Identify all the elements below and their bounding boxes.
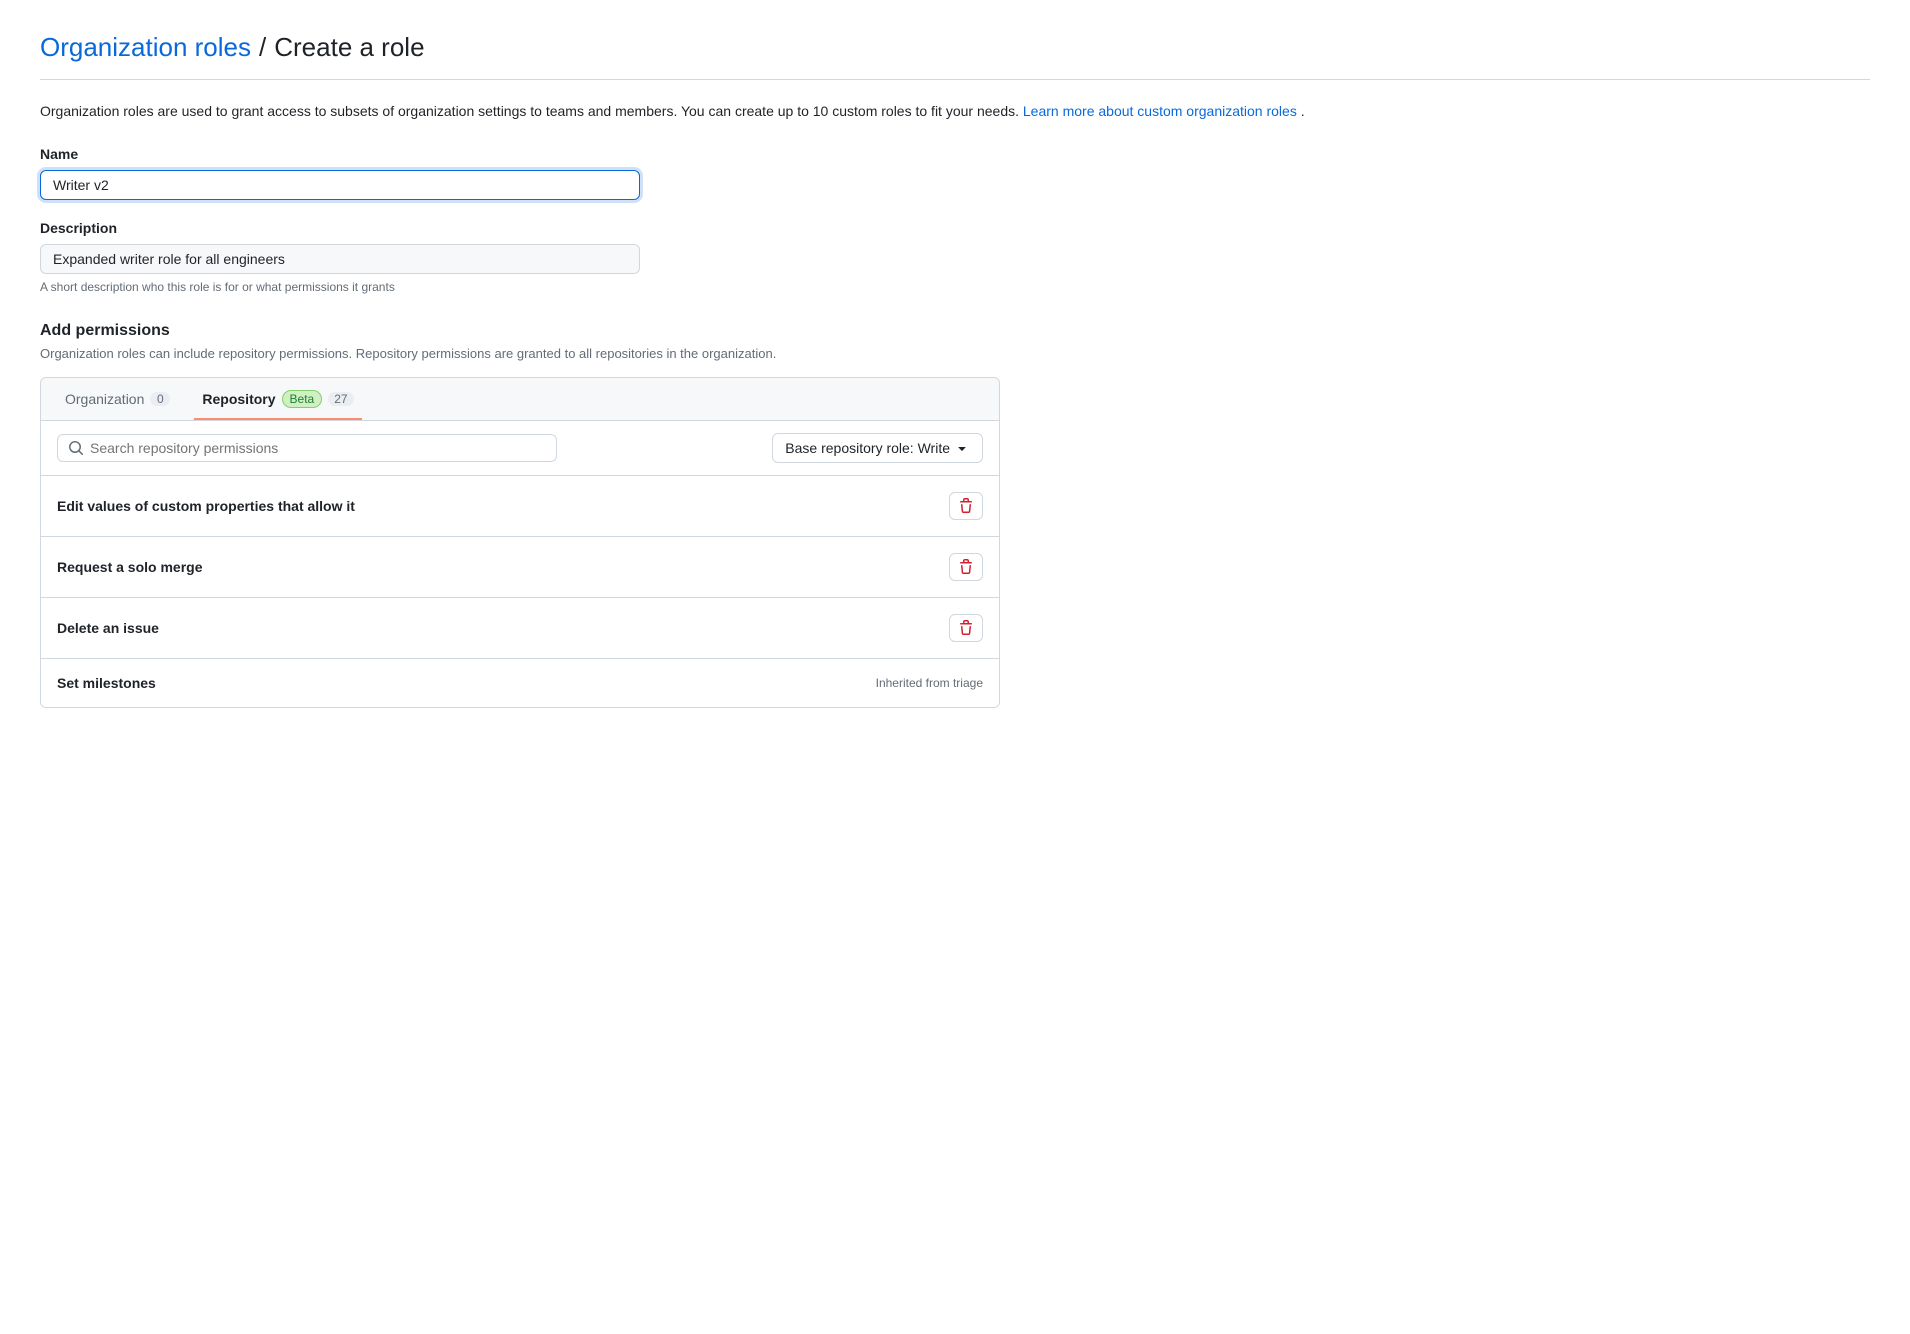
tab-organization-badge: 0 <box>150 392 170 406</box>
inherited-label: Inherited from triage <box>876 676 983 690</box>
trash-icon <box>958 498 974 514</box>
tab-organization-label: Organization <box>65 391 144 407</box>
page-header: Organization roles / Create a role <box>40 32 1870 63</box>
breadcrumb-current: Create a role <box>274 32 424 63</box>
permissions-title: Add permissions <box>40 322 1000 340</box>
permission-name: Edit values of custom properties that al… <box>57 498 355 514</box>
permission-row: Set milestones Inherited from triage <box>41 659 999 707</box>
search-bar-row: Base repository role: Write <box>41 421 999 476</box>
tab-organization[interactable]: Organization 0 <box>57 379 178 419</box>
name-input[interactable] <box>40 170 640 200</box>
permission-row: Delete an issue <box>41 598 999 659</box>
trash-icon <box>958 559 974 575</box>
permissions-tabs-container: Organization 0 Repository Beta 27 <box>40 377 1000 708</box>
search-input-wrapper <box>57 434 557 462</box>
delete-permission-button-1[interactable] <box>949 553 983 581</box>
chevron-down-icon <box>954 440 970 456</box>
base-role-dropdown[interactable]: Base repository role: Write <box>772 433 983 463</box>
tab-repository-label: Repository <box>202 391 275 407</box>
tab-repository-count-badge: 27 <box>328 392 353 406</box>
intro-text: Organization roles are used to grant acc… <box>40 100 1870 122</box>
permission-row: Request a solo merge <box>41 537 999 598</box>
permission-name: Request a solo merge <box>57 559 203 575</box>
base-role-label: Base repository role: Write <box>785 440 950 456</box>
breadcrumb-separator: / <box>259 32 266 63</box>
search-icon <box>68 440 84 456</box>
name-field-group: Name <box>40 146 1000 200</box>
name-label: Name <box>40 146 1000 162</box>
description-hint: A short description who this role is for… <box>40 280 1000 294</box>
permissions-subtitle: Organization roles can include repositor… <box>40 346 1000 361</box>
tabs-header: Organization 0 Repository Beta 27 <box>41 378 999 421</box>
search-input[interactable] <box>90 440 546 456</box>
breadcrumb: Organization roles / Create a role <box>40 32 1870 63</box>
permission-row: Edit values of custom properties that al… <box>41 476 999 537</box>
create-role-form: Name Description A short description who… <box>40 146 1000 708</box>
header-divider <box>40 79 1870 80</box>
trash-icon <box>958 620 974 636</box>
tab-repository-beta-badge: Beta <box>282 390 323 408</box>
learn-more-link[interactable]: Learn more about custom organization rol… <box>1023 103 1297 119</box>
breadcrumb-link[interactable]: Organization roles <box>40 32 251 63</box>
description-field-group: Description A short description who this… <box>40 220 1000 294</box>
description-input[interactable] <box>40 244 640 274</box>
description-label: Description <box>40 220 1000 236</box>
delete-permission-button-0[interactable] <box>949 492 983 520</box>
tab-repository[interactable]: Repository Beta 27 <box>194 378 361 420</box>
delete-permission-button-2[interactable] <box>949 614 983 642</box>
permission-name: Set milestones <box>57 675 156 691</box>
permissions-section: Add permissions Organization roles can i… <box>40 322 1000 708</box>
permission-name: Delete an issue <box>57 620 159 636</box>
